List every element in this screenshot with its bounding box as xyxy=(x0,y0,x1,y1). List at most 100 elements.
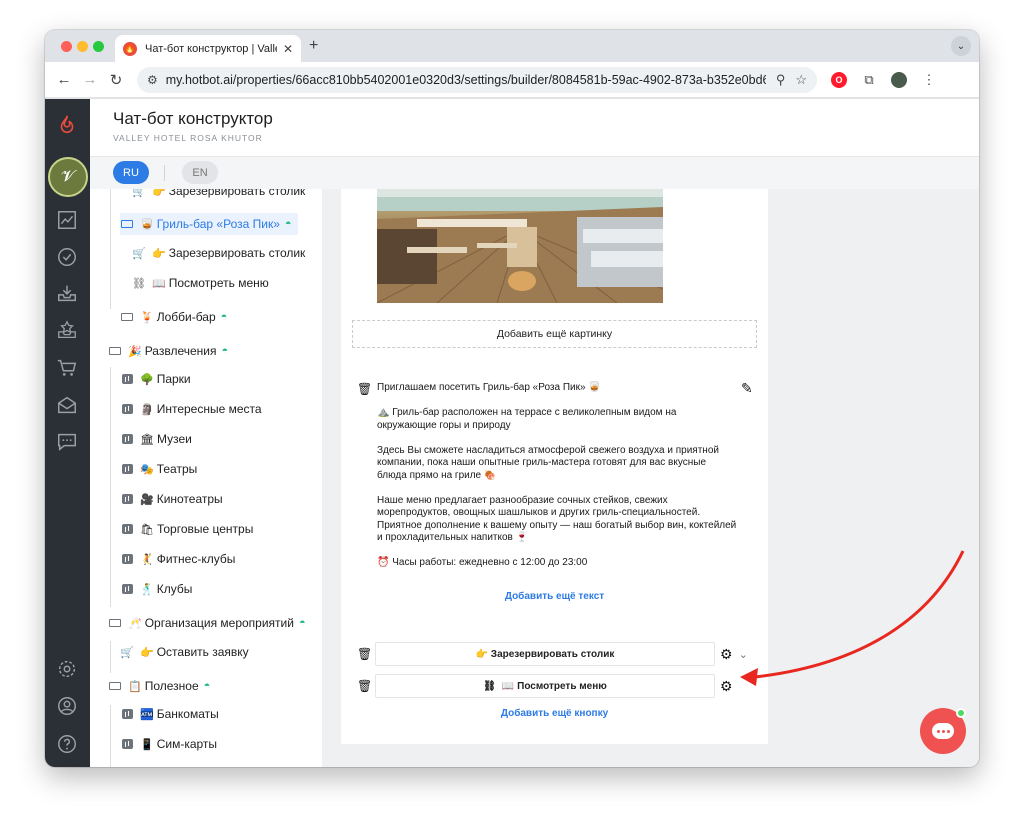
site-info-icon[interactable]: ⚙ xyxy=(147,73,158,87)
support-chat-button[interactable] xyxy=(920,708,966,754)
link-icon: ⛓ xyxy=(483,680,496,692)
button-settings-gear-icon[interactable]: ⚙ xyxy=(720,646,733,663)
bot-button-row: 🗑 ⛓ 📖 Посмотреть меню ⚙ xyxy=(357,674,757,698)
close-tab-icon[interactable]: ✕ xyxy=(283,42,293,56)
bar-chart-icon xyxy=(120,464,134,474)
analytics-icon[interactable] xyxy=(53,206,81,234)
message-line: ⏰ Часы работы: ежедневно с 12:00 до 23:0… xyxy=(377,557,588,568)
url-text: my.hotbot.ai/properties/66acc810bb540200… xyxy=(165,72,766,87)
restaurant-photo[interactable] xyxy=(377,189,663,303)
language-bar: RU EN xyxy=(90,157,979,189)
bar-chart-icon xyxy=(120,434,134,444)
add-button-link[interactable]: Добавить ещё кнопку xyxy=(341,708,768,719)
tree-item-places[interactable]: 🗿 Интересные места xyxy=(120,398,262,420)
builder-panel: Добавить ещё картинку 🗑 ✎ Приглашаем пос… xyxy=(341,189,768,744)
tree-item-museums[interactable]: 🏛 Музеи xyxy=(120,428,192,450)
reload-icon[interactable]: ↻ xyxy=(103,71,129,89)
tree-item-cinemas[interactable]: 🎥 Кинотеатры xyxy=(120,488,223,510)
browser-tab[interactable]: 🔥 Чат-бот конструктор | Valley ✕ xyxy=(115,35,301,62)
close-window-button[interactable] xyxy=(61,41,72,52)
translation-status-icon: ◓ xyxy=(220,311,228,323)
language-tab-en[interactable]: EN xyxy=(182,161,218,184)
card-icon xyxy=(108,347,122,355)
new-tab-icon[interactable]: + xyxy=(309,37,318,55)
chevron-down-icon[interactable]: ⌄ xyxy=(739,648,748,661)
bar-chart-icon xyxy=(120,709,134,719)
browser-window: 🔥 Чат-бот конструктор | Valley ✕ + ⌄ ← →… xyxy=(45,30,979,767)
settings-gear-icon[interactable] xyxy=(53,655,81,683)
cart-icon: 🛒 xyxy=(132,247,146,260)
tree-item-reserve-table[interactable]: 🛒 👉 Зарезервировать столик xyxy=(132,189,305,202)
language-divider xyxy=(164,165,165,181)
chat-bubble-icon xyxy=(932,723,954,739)
reviews-star-icon[interactable] xyxy=(53,316,81,344)
tree-item-atms[interactable]: 🏧 Банкоматы xyxy=(120,703,219,725)
bar-chart-icon xyxy=(120,584,134,594)
chat-icon[interactable] xyxy=(53,428,81,456)
tree-item-theatres[interactable]: 🎭 Театры xyxy=(120,458,197,480)
tab-search-icon[interactable]: ⌄ xyxy=(951,36,971,56)
hotbot-favicon-icon: 🔥 xyxy=(123,41,137,56)
button-settings-gear-icon[interactable]: ⚙ xyxy=(720,678,733,695)
message-line: Приглашаем посетить Гриль-бар «Роза Пик»… xyxy=(377,382,601,393)
opera-extension-icon[interactable]: O xyxy=(831,71,847,88)
maximize-window-button[interactable] xyxy=(93,41,104,52)
card-icon xyxy=(120,220,134,228)
browser-menu-icon[interactable]: ⋮ xyxy=(921,72,937,88)
tree-item-grill-bar[interactable]: 🥃 Гриль-бар «Роза Пик» ◓ xyxy=(120,213,298,235)
online-status-dot xyxy=(956,708,966,718)
tree-item-reserve-table[interactable]: 🛒 👉 Зарезервировать столик xyxy=(132,242,305,264)
property-name: VALLEY HOTEL ROSA KHUTOR xyxy=(113,133,263,143)
back-icon[interactable]: ← xyxy=(51,71,77,88)
account-icon[interactable] xyxy=(53,692,81,720)
browser-toolbar: ← → ↻ ⚙ my.hotbot.ai/properties/66acc810… xyxy=(45,62,979,98)
card-icon xyxy=(108,619,122,627)
forward-icon[interactable]: → xyxy=(77,71,103,88)
shop-cart-icon[interactable] xyxy=(53,354,81,382)
page-header: Чат-бот конструктор VALLEY HOTEL ROSA KH… xyxy=(90,99,979,157)
tree-item-view-menu[interactable]: ⛓ 📖 Посмотреть меню xyxy=(132,272,269,294)
delete-message-icon[interactable]: 🗑 xyxy=(357,382,372,396)
edit-message-icon[interactable]: ✎ xyxy=(741,380,753,397)
app-content: 𝓥 Чат-бот конструктор VALLEY HOTEL ROSA … xyxy=(45,99,979,767)
zoom-icon[interactable]: ⚲ xyxy=(776,72,786,88)
hotbot-logo-icon[interactable] xyxy=(53,111,81,139)
tree-item-malls[interactable]: 🛍 Торговые центры xyxy=(120,518,253,540)
delete-button-icon[interactable]: 🗑 xyxy=(357,679,373,693)
profile-avatar[interactable] xyxy=(891,71,907,88)
help-icon[interactable] xyxy=(53,730,81,758)
tree-item-clubs[interactable]: 🕺 Клубы xyxy=(120,578,192,600)
tree-item-sim-cards[interactable]: 📱 Сим-карты xyxy=(120,733,217,755)
message-text[interactable]: Приглашаем посетить Гриль-бар «Роза Пик»… xyxy=(377,382,737,582)
bar-chart-icon xyxy=(120,554,134,564)
tree-item-events[interactable]: 🥂 Организация мероприятий ◓ xyxy=(108,612,306,634)
tree-item-fitness[interactable]: 🤾 Фитнес-клубы xyxy=(120,548,235,570)
add-picture-button[interactable]: Добавить ещё картинку xyxy=(352,320,757,348)
page-title: Чат-бот конструктор xyxy=(113,109,273,128)
mail-icon[interactable] xyxy=(53,391,81,419)
tree-item-lobby-bar[interactable]: 🍹 Лобби-бар ◓ xyxy=(120,306,227,328)
bar-chart-icon xyxy=(120,524,134,534)
property-avatar[interactable]: 𝓥 xyxy=(48,157,88,197)
tree-item-useful[interactable]: 📋 Полезное ◓ xyxy=(108,675,210,697)
bookmark-star-icon[interactable]: ☆ xyxy=(795,72,807,88)
tree-item-parks[interactable]: 🌳 Парки xyxy=(120,368,191,390)
bot-button-reserve[interactable]: 👉 Зарезервировать столик xyxy=(375,642,715,666)
tree-item-entertainment[interactable]: 🎉 Развлечения ◓ xyxy=(108,340,228,362)
tasks-check-icon[interactable] xyxy=(53,243,81,271)
language-tab-ru[interactable]: RU xyxy=(113,161,149,184)
message-line: Здесь Вы сможете насладиться атмосферой … xyxy=(377,444,719,481)
translation-status-icon: ◓ xyxy=(203,680,211,692)
message-line: ⛰️ Гриль-бар расположен на террасе с вел… xyxy=(377,407,677,431)
minimize-window-button[interactable] xyxy=(77,41,88,52)
add-text-button[interactable]: Добавить ещё текст xyxy=(341,591,768,602)
delete-button-icon[interactable]: 🗑 xyxy=(357,647,373,661)
tree-item-leave-request[interactable]: 🛒 👉 Оставить заявку xyxy=(120,641,249,663)
scenario-tree: 🛒 👉 Зарезервировать столик 🥃 Гриль-бар «Роз… xyxy=(90,189,322,767)
tree-connector xyxy=(110,641,111,673)
address-bar[interactable]: ⚙ my.hotbot.ai/properties/66acc810bb5402… xyxy=(137,66,817,93)
bot-button-view-menu[interactable]: ⛓ 📖 Посмотреть меню xyxy=(375,674,715,698)
card-icon xyxy=(108,682,122,690)
extensions-puzzle-icon[interactable]: ⧉ xyxy=(861,72,877,88)
inbox-download-icon[interactable] xyxy=(53,279,81,307)
